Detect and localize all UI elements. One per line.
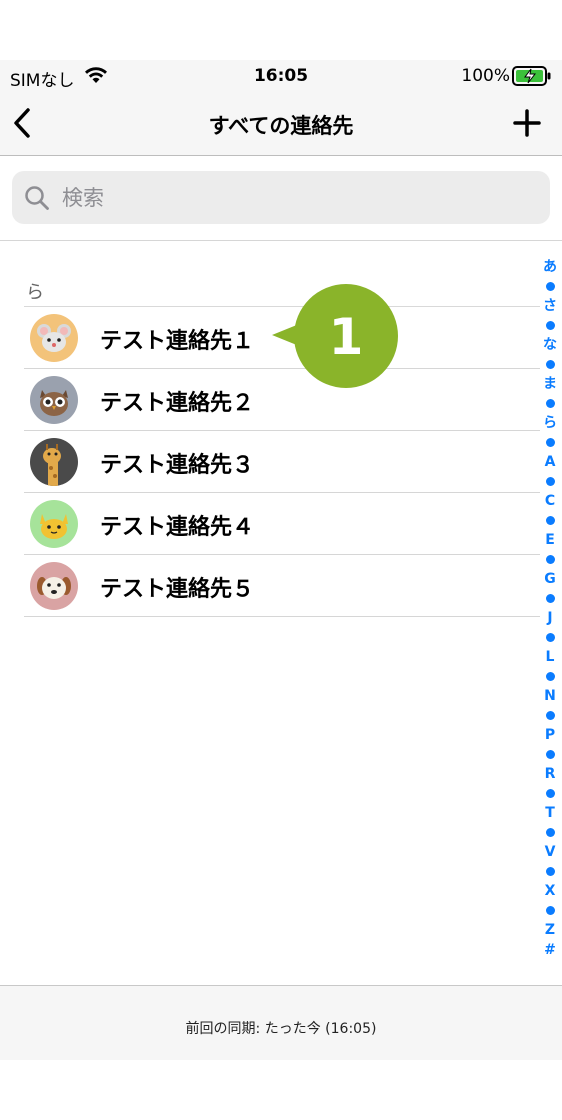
index-item[interactable]: L xyxy=(538,648,562,668)
index-item[interactable]: V xyxy=(538,843,562,863)
contact-row[interactable]: テスト連絡先４ xyxy=(24,493,540,555)
index-item[interactable]: J xyxy=(538,609,562,629)
page-title: すべての連絡先 xyxy=(208,114,354,138)
index-dot[interactable] xyxy=(538,395,562,415)
index-item[interactable]: N xyxy=(538,687,562,707)
index-item[interactable]: ら xyxy=(538,414,562,434)
index-item[interactable]: G xyxy=(538,570,562,590)
index-item[interactable]: # xyxy=(538,941,562,961)
battery-charging-icon xyxy=(512,66,552,86)
index-dot[interactable] xyxy=(538,356,562,376)
index-item[interactable]: さ xyxy=(538,297,562,317)
index-dot[interactable] xyxy=(538,317,562,337)
index-dot[interactable] xyxy=(538,902,562,922)
index-item[interactable]: T xyxy=(538,804,562,824)
index-item[interactable]: ま xyxy=(538,375,562,395)
index-dot[interactable] xyxy=(538,473,562,493)
index-dot[interactable] xyxy=(538,434,562,454)
contact-name: テスト連絡先１ xyxy=(100,329,255,354)
last-sync-label: 前回の同期: たった今 (16:05) xyxy=(185,1021,377,1037)
plus-icon xyxy=(513,109,541,137)
contact-row[interactable]: テスト連絡先３ xyxy=(24,431,540,493)
search-icon xyxy=(25,186,49,210)
callout-number: 1 xyxy=(329,308,364,366)
index-dot[interactable] xyxy=(538,629,562,649)
search-input[interactable] xyxy=(60,179,534,217)
contact-row[interactable]: テスト連絡先５ xyxy=(24,555,540,617)
search-area xyxy=(0,157,562,241)
status-bar: SIMなし 16:05 100% xyxy=(0,60,562,92)
index-dot[interactable] xyxy=(538,551,562,571)
section-index[interactable]: あ さ な ま ら A C E G J L N P R T V X Z # xyxy=(538,258,562,960)
index-dot[interactable] xyxy=(538,668,562,688)
index-dot[interactable] xyxy=(538,512,562,532)
cat-icon xyxy=(30,500,78,548)
giraffe-icon xyxy=(30,438,78,486)
index-item[interactable]: な xyxy=(538,336,562,356)
index-item[interactable]: R xyxy=(538,765,562,785)
contact-name: テスト連絡先４ xyxy=(100,515,255,540)
top-margin xyxy=(0,0,562,60)
index-dot[interactable] xyxy=(538,707,562,727)
index-dot[interactable] xyxy=(538,785,562,805)
index-item[interactable]: P xyxy=(538,726,562,746)
section-header: ら xyxy=(26,282,44,303)
sync-footer: 前回の同期: たった今 (16:05) xyxy=(0,985,562,1060)
index-item[interactable]: A xyxy=(538,453,562,473)
index-dot[interactable] xyxy=(538,278,562,298)
index-item[interactable]: あ xyxy=(538,258,562,278)
index-dot[interactable] xyxy=(538,590,562,610)
navigation-bar: すべての連絡先 xyxy=(0,92,562,156)
owl-icon xyxy=(30,376,78,424)
index-item[interactable]: C xyxy=(538,492,562,512)
contact-name: テスト連絡先３ xyxy=(100,453,255,478)
index-dot[interactable] xyxy=(538,824,562,844)
add-contact-button[interactable] xyxy=(510,106,544,140)
index-item[interactable]: Z xyxy=(538,921,562,941)
dog-icon xyxy=(30,562,78,610)
index-dot[interactable] xyxy=(538,746,562,766)
contact-name: テスト連絡先５ xyxy=(100,577,255,602)
mouse-icon xyxy=(30,314,78,362)
step-callout-badge: 1 xyxy=(270,284,402,388)
contact-name: テスト連絡先２ xyxy=(100,391,255,416)
bottom-margin xyxy=(0,1060,562,1120)
index-dot[interactable] xyxy=(538,863,562,883)
battery-percentage: 100% xyxy=(461,66,510,86)
index-item[interactable]: X xyxy=(538,882,562,902)
search-bar[interactable] xyxy=(12,171,550,224)
index-item[interactable]: E xyxy=(538,531,562,551)
